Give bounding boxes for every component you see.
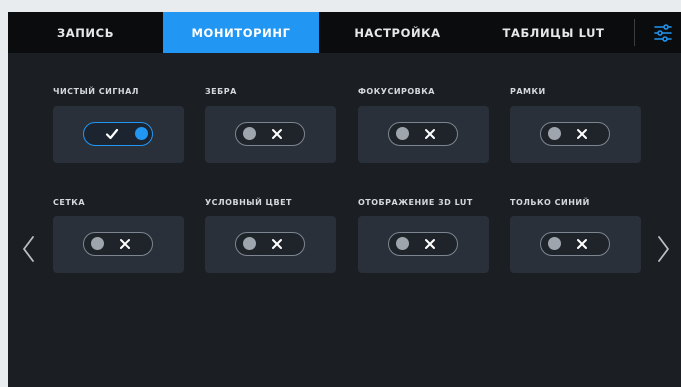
setting-panel [205,106,336,163]
tab-setup[interactable]: НАСТРОЙКА [319,12,476,53]
toggle-knob [396,127,409,141]
setting-label: РАМКИ [510,87,546,96]
cross-icon [272,129,282,139]
cross-icon [577,239,587,249]
setting-panel [53,106,184,163]
setting-panel [510,216,641,273]
toggle-switch[interactable] [83,122,153,146]
setting-label: ЧИСТЫЙ СИГНАЛ [53,87,139,96]
setting-label: УСЛОВНЫЙ ЦВЕТ [205,198,292,207]
setting-label: ТОЛЬКО СИНИЙ [510,198,590,207]
toggle-switch[interactable] [235,122,305,146]
settings-sliders-icon [653,23,672,42]
toggle-knob [548,127,561,141]
tab-bar: ЗАПИСЬ МОНИТОРИНГ НАСТРОЙКА ТАБЛИЦЫ LUT [8,12,681,53]
settings-menu-button[interactable] [644,12,681,53]
toggle-switch[interactable] [388,232,458,256]
setting-panel [53,216,184,273]
cross-icon [425,129,435,139]
setting-panel [510,106,641,163]
cross-icon [120,239,130,249]
toggle-switch[interactable] [235,232,305,256]
toggle-switch[interactable] [540,232,610,256]
toggle-knob [396,237,409,251]
tab-divider [634,19,635,46]
toggle-knob [91,237,104,251]
toggle-switch[interactable] [388,122,458,146]
toggle-knob [243,127,256,141]
prev-page-button[interactable] [20,234,38,264]
cross-icon [577,129,587,139]
setting-panel [205,216,336,273]
cross-icon [425,239,435,249]
chevron-right-icon [658,236,669,262]
chevron-left-icon [23,236,34,262]
monitoring-screen: ЗАПИСЬ МОНИТОРИНГ НАСТРОЙКА ТАБЛИЦЫ LUT … [8,12,681,387]
tab-monitoring[interactable]: МОНИТОРИНГ [163,12,319,53]
setting-panel [358,216,489,273]
setting-label: ЗЕБРА [205,87,237,96]
toggle-knob [548,237,561,251]
toggle-knob [243,237,256,251]
setting-label: СЕТКА [53,198,86,207]
toggle-knob [135,127,148,141]
setting-label: ОТОБРАЖЕНИЕ 3D LUT [358,198,473,207]
tab-record[interactable]: ЗАПИСЬ [8,12,163,53]
setting-label: ФОКУСИРОВКА [358,87,435,96]
toggle-switch[interactable] [540,122,610,146]
checkmark-icon [105,128,119,140]
tab-luts[interactable]: ТАБЛИЦЫ LUT [476,12,631,53]
setting-panel [358,106,489,163]
cross-icon [272,239,282,249]
next-page-button[interactable] [654,234,672,264]
toggle-switch[interactable] [83,232,153,256]
